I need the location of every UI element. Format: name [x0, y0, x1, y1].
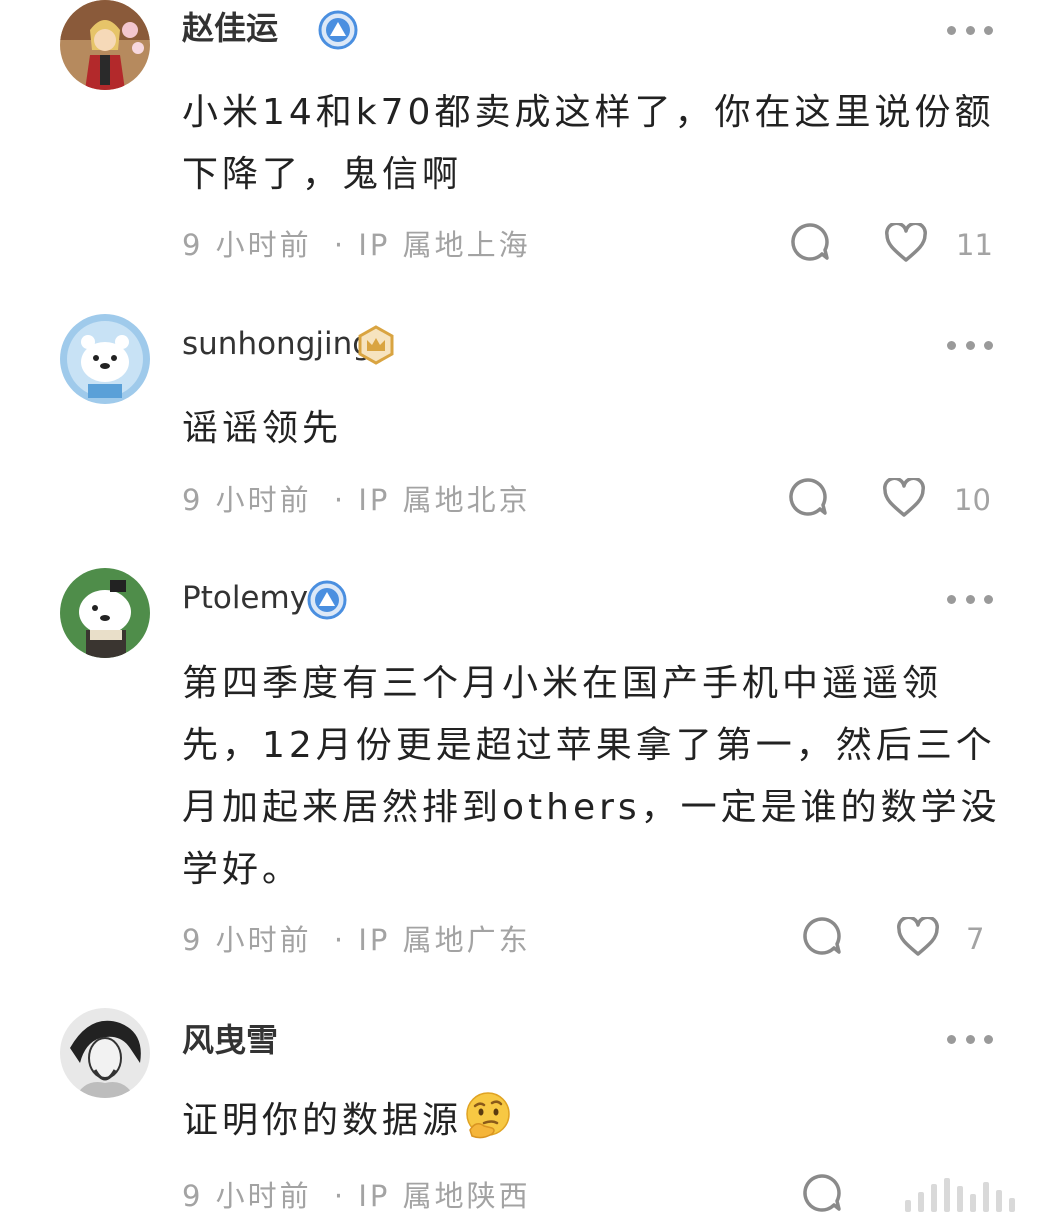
- comment-text: 谣谣领先: [182, 408, 343, 449]
- like-count: 7: [966, 922, 985, 956]
- timestamp: 9 小时前: [182, 483, 312, 517]
- heart-icon[interactable]: [884, 223, 928, 263]
- more-options-button[interactable]: [947, 592, 993, 606]
- username[interactable]: 风曳雪: [182, 1020, 278, 1060]
- like-count: 10: [954, 483, 991, 517]
- avatar[interactable]: [60, 314, 150, 404]
- comment-meta: 9 小时前 · IP 属地北京: [182, 480, 531, 520]
- reply-icon[interactable]: [787, 476, 829, 518]
- more-options-button[interactable]: [947, 1032, 993, 1046]
- reply-icon[interactable]: [801, 915, 843, 957]
- heart-icon[interactable]: [896, 917, 940, 957]
- comment-text: 证明你的数据源: [182, 1090, 1012, 1152]
- timestamp: 9 小时前: [182, 228, 312, 262]
- heart-icon[interactable]: [882, 478, 926, 518]
- username[interactable]: Ptolemy: [182, 578, 308, 618]
- blue-triangle-badge-icon: [307, 580, 347, 620]
- reply-icon[interactable]: [789, 221, 831, 263]
- comment-text: 第四季度有三个月小米在国产手机中遥遥领先，12月份更是超过苹果拿了第一，然后三个…: [182, 663, 1001, 890]
- blue-triangle-badge-icon: [318, 10, 358, 50]
- comment-text-body: 证明你的数据源: [182, 1100, 463, 1141]
- avatar-sketch-icon: [60, 1008, 150, 1098]
- watermark-logo: [905, 1176, 1035, 1212]
- ip-location: · IP 属地北京: [333, 483, 531, 517]
- comment-meta: 9 小时前 · IP 属地上海: [182, 225, 531, 265]
- avatar[interactable]: [60, 568, 150, 658]
- thinking-face-emoji-icon: [466, 1092, 510, 1139]
- comment-meta: 9 小时前 · IP 属地陕西: [182, 1176, 531, 1216]
- avatar-bear-icon: [60, 314, 150, 404]
- more-options-button[interactable]: [947, 338, 993, 352]
- ip-location: · IP 属地上海: [333, 228, 531, 262]
- timestamp: 9 小时前: [182, 923, 312, 957]
- avatar-anime-icon: [60, 0, 150, 90]
- ip-location: · IP 属地广东: [333, 923, 531, 957]
- comment-text: 小米14和k70都卖成这样了，你在这里说份额下降了，鬼信啊: [182, 92, 995, 195]
- username[interactable]: 赵佳运: [182, 8, 278, 48]
- like-count: 11: [956, 228, 993, 262]
- avatar[interactable]: [60, 0, 150, 90]
- comment-meta: 9 小时前 · IP 属地广东: [182, 920, 531, 960]
- ip-location: · IP 属地陕西: [333, 1179, 531, 1213]
- username[interactable]: sunhongjing: [182, 324, 372, 364]
- gold-crown-badge-icon: [358, 325, 394, 365]
- avatar[interactable]: [60, 1008, 150, 1098]
- reply-icon[interactable]: [801, 1172, 843, 1214]
- avatar-bear-icon: [60, 568, 150, 658]
- timestamp: 9 小时前: [182, 1179, 312, 1213]
- more-options-button[interactable]: [947, 23, 993, 37]
